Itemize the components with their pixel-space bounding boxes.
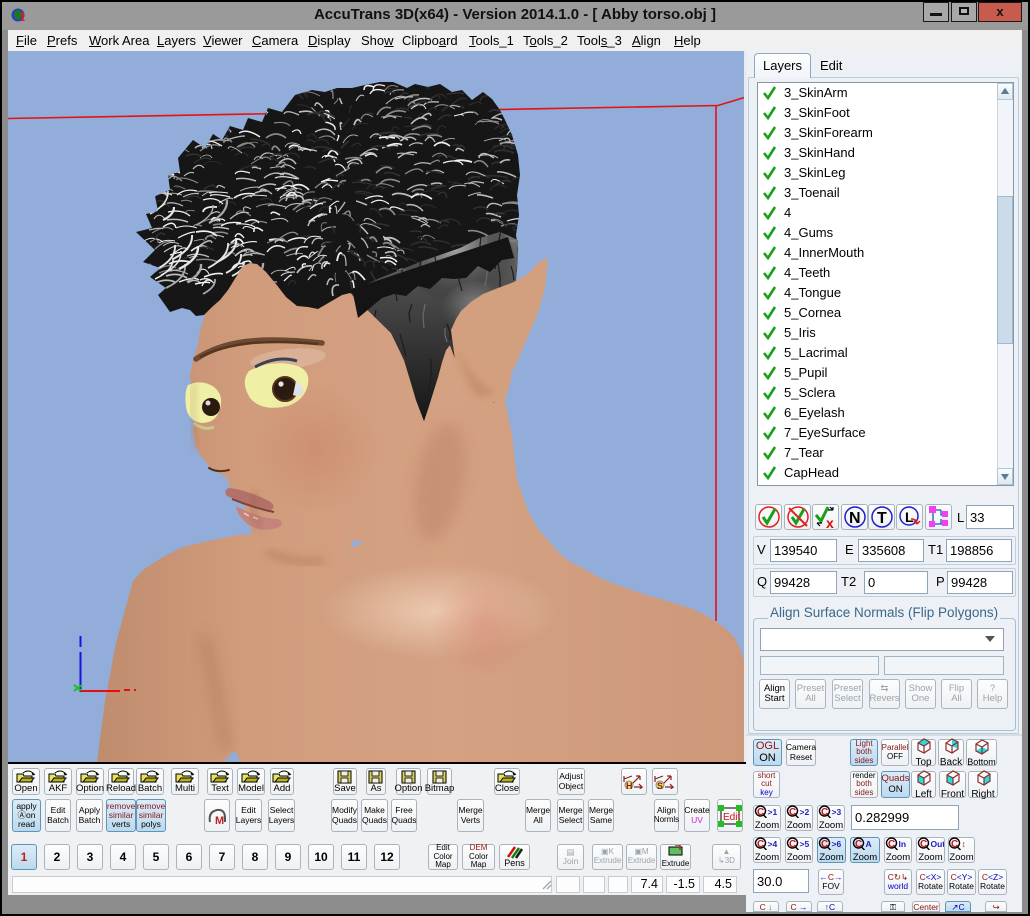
- svg-text:C: C: [855, 839, 862, 850]
- svg-text:C: C: [789, 807, 796, 818]
- svg-text:C: C: [821, 839, 828, 850]
- svg-text:M: M: [215, 815, 224, 826]
- svg-text:C: C: [757, 807, 764, 818]
- svg-text:C: C: [821, 807, 828, 818]
- svg-text:>1: >1: [767, 807, 777, 817]
- svg-text:↕: ↕: [962, 839, 966, 849]
- svg-text:>2: >2: [799, 807, 809, 817]
- svg-text:>4: >4: [767, 839, 777, 849]
- svg-text:C: C: [757, 839, 764, 850]
- svg-text:H: H: [626, 781, 633, 789]
- svg-text:L: L: [905, 509, 914, 525]
- svg-text:x: x: [826, 515, 834, 529]
- svg-text:>6: >6: [832, 839, 842, 849]
- svg-text:In: In: [898, 839, 906, 849]
- svg-text:C: C: [920, 839, 927, 850]
- svg-text:C: C: [888, 839, 895, 850]
- svg-text:S: S: [657, 781, 663, 789]
- svg-text:N: N: [849, 510, 861, 527]
- svg-text:T: T: [877, 510, 887, 527]
- svg-text:C: C: [789, 839, 796, 850]
- svg-text:C: C: [951, 839, 958, 850]
- svg-text:>3: >3: [831, 807, 841, 817]
- svg-text:Edit: Edit: [723, 812, 740, 823]
- svg-text:A: A: [865, 839, 871, 849]
- svg-text:Out: Out: [931, 839, 945, 849]
- svg-text:>5: >5: [799, 839, 809, 849]
